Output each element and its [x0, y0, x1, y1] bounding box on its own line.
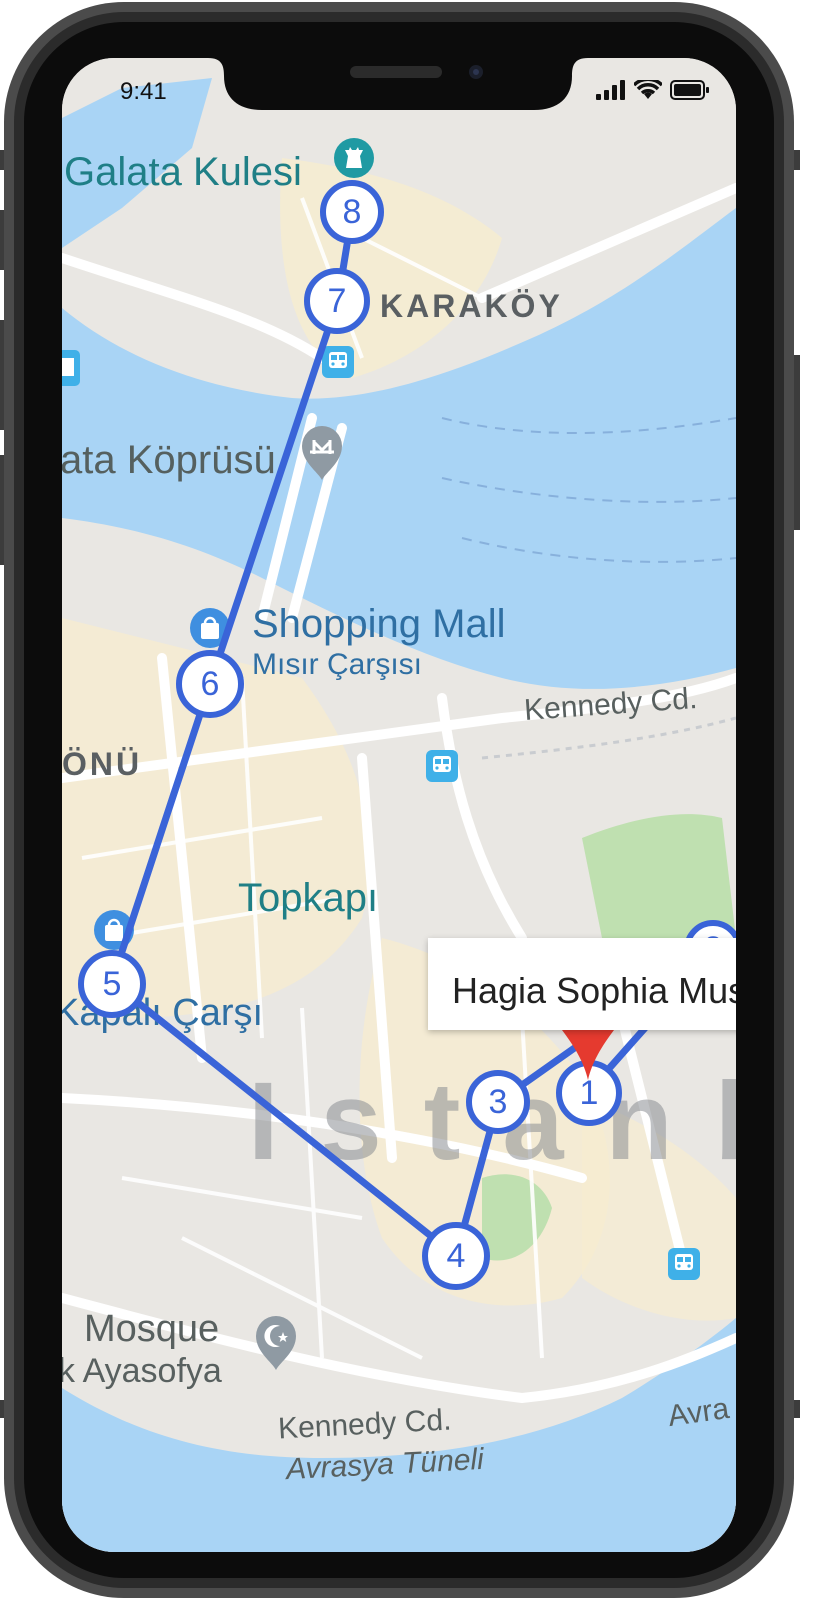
notch: [208, 58, 588, 110]
status-icons: [596, 80, 710, 100]
callout-title: Hagia Sophia Museum: [452, 970, 736, 1011]
route-stop-7[interactable]: 7: [304, 268, 370, 334]
status-time: 9:41: [120, 78, 167, 105]
route-stop-label: 3: [488, 1083, 508, 1121]
place-callout[interactable]: Hagia Sophia Museum: [428, 938, 736, 1030]
battery-icon: [670, 80, 709, 100]
route-stop-6[interactable]: 6: [176, 650, 244, 718]
route-stop-label: 4: [446, 1237, 466, 1275]
route-stop-8[interactable]: 8: [320, 180, 384, 244]
cellular-signal-icon: [596, 80, 625, 100]
route-stop-label: 8: [342, 193, 362, 231]
route-overlay[interactable]: [62, 58, 736, 1552]
route-stop-5[interactable]: 5: [78, 950, 146, 1018]
route-stop-4[interactable]: 4: [422, 1222, 490, 1290]
route-stop-3[interactable]: 3: [466, 1070, 530, 1134]
route-stop-label: 5: [102, 965, 122, 1003]
route-segment: [206, 296, 342, 688]
route-stop-label: 6: [200, 665, 220, 703]
wifi-icon: [634, 80, 662, 99]
route-stop-label: 7: [327, 282, 347, 320]
route-segment: [108, 680, 214, 986]
map-screen[interactable]: Galata Kulesi KARAKÖY ata Köprüsü Shoppi…: [62, 58, 736, 1552]
route-segment: [108, 978, 460, 1260]
